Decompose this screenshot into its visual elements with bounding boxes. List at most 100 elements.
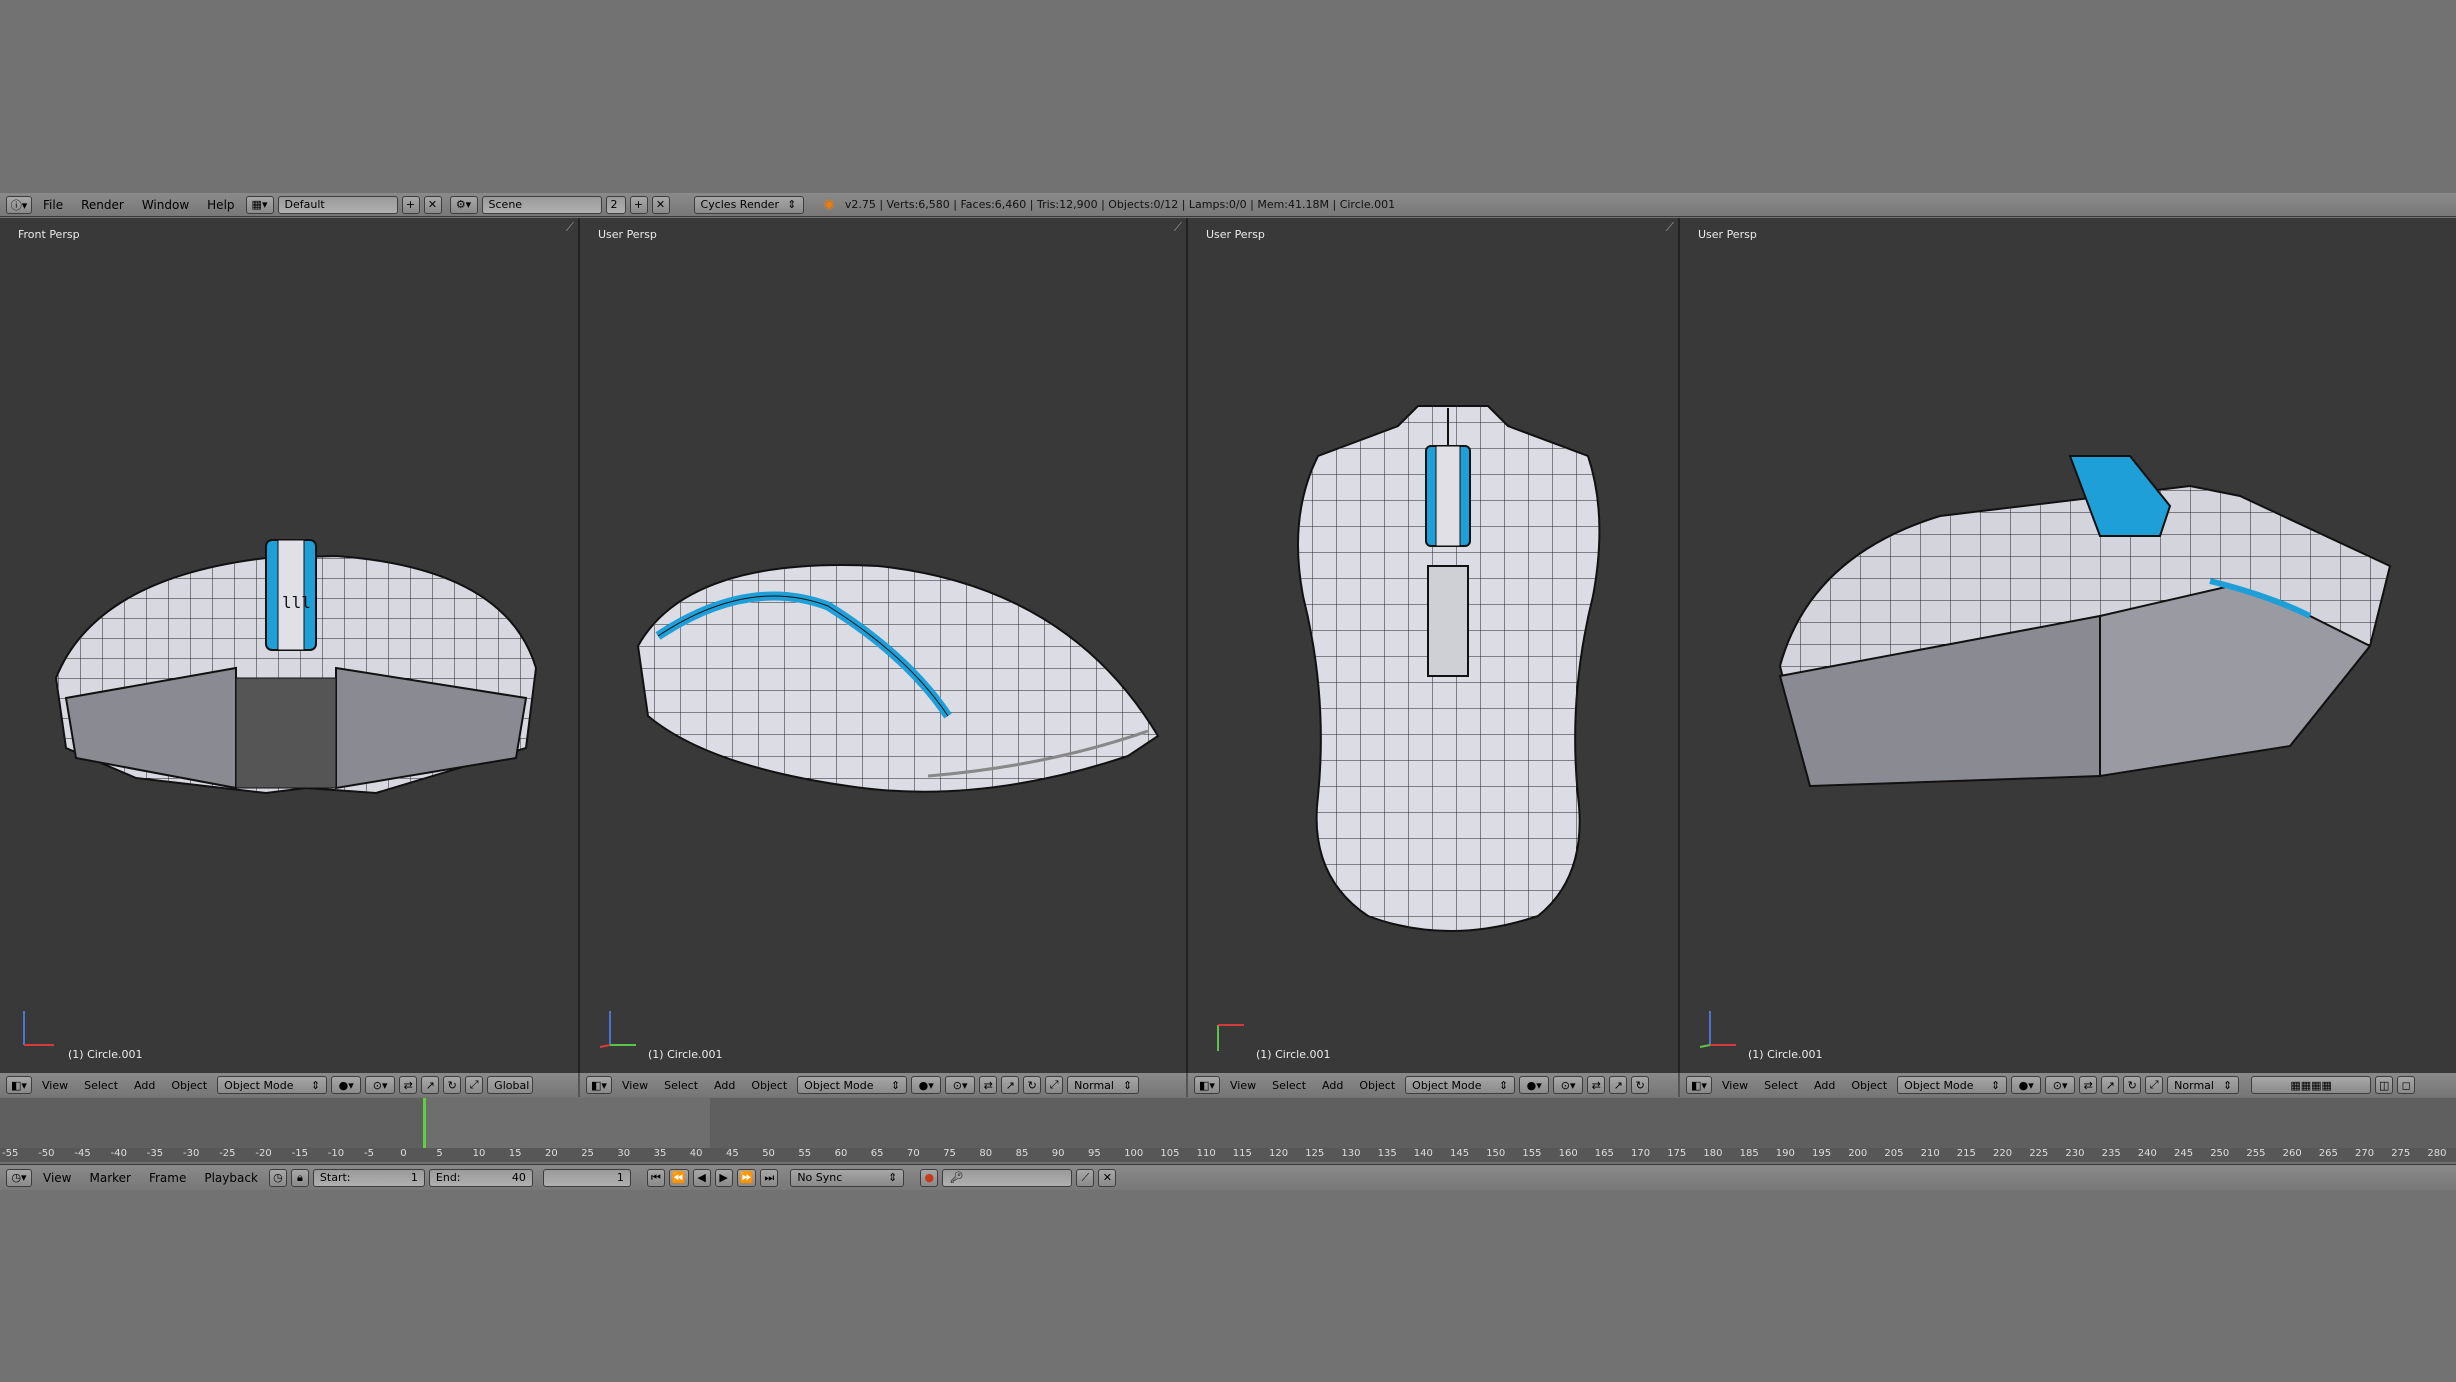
pivot-icon[interactable]: ⊙▾ [2045, 1076, 2076, 1094]
menu-file[interactable]: File [34, 198, 72, 212]
editor-type-icon[interactable]: ◧▾ [6, 1076, 32, 1094]
translate-icon[interactable]: ↗ [2101, 1076, 2120, 1094]
menu-frame[interactable]: Frame [140, 1171, 195, 1185]
menu-playback[interactable]: Playback [195, 1171, 267, 1185]
preview-range-icon[interactable]: ◷ [268, 1168, 287, 1187]
mode-dropdown[interactable]: Object Mode ⇕ [1405, 1076, 1516, 1094]
menu-add[interactable]: Add [1314, 1079, 1351, 1092]
translate-icon[interactable]: ↗ [421, 1076, 440, 1094]
layers-grid-icon[interactable]: ▦▦▦▦ [2251, 1076, 2372, 1094]
record-icon[interactable]: ● [920, 1168, 939, 1187]
menu-add[interactable]: Add [1806, 1079, 1843, 1092]
jump-end-icon[interactable]: ⏭ [760, 1168, 779, 1187]
remove-scene-icon[interactable]: ✕ [651, 195, 670, 214]
screen-layout-field[interactable]: Default [277, 195, 398, 214]
prev-keyframe-icon[interactable]: ⏪ [668, 1168, 689, 1187]
menu-view[interactable]: View [1222, 1079, 1264, 1092]
mouse-model-top[interactable] [1288, 396, 1608, 936]
info-editor-type-button[interactable]: ⓘ▾ [6, 195, 32, 214]
menu-view[interactable]: View [34, 1079, 76, 1092]
viewport-user-rear[interactable]: User Persp (1) Circle.001 [1680, 218, 2456, 1073]
menu-object[interactable]: Object [1351, 1079, 1403, 1092]
mode-dropdown[interactable]: Object Mode ⇕ [217, 1076, 328, 1094]
menu-window[interactable]: Window [133, 198, 198, 212]
menu-render[interactable]: Render [72, 198, 133, 212]
translate-icon[interactable]: ↗ [1001, 1076, 1020, 1094]
editor-type-icon[interactable]: ◧▾ [586, 1076, 612, 1094]
menu-select[interactable]: Select [1264, 1079, 1314, 1092]
menu-view[interactable]: View [34, 1171, 80, 1185]
start-frame-field[interactable]: Start: 1 [312, 1168, 425, 1187]
split-corner-icon[interactable]: ⟋ [1666, 220, 1674, 235]
menu-add[interactable]: Add [126, 1079, 163, 1092]
editor-type-icon[interactable]: ◧▾ [1194, 1076, 1220, 1094]
rotate-icon[interactable]: ↻ [1023, 1076, 1042, 1094]
editor-type-icon[interactable]: ◧▾ [1686, 1076, 1712, 1094]
rotate-icon[interactable]: ↻ [1631, 1076, 1650, 1094]
shading-icon[interactable]: ●▾ [911, 1076, 942, 1094]
orientation-dropdown[interactable]: Normal ⇕ [1067, 1076, 1140, 1094]
shading-icon[interactable]: ●▾ [2011, 1076, 2042, 1094]
manipulator-icon[interactable]: ⇄ [399, 1076, 418, 1094]
mode-dropdown[interactable]: Object Mode ⇕ [1897, 1076, 2008, 1094]
manipulator-icon[interactable]: ⇄ [1587, 1076, 1606, 1094]
pivot-icon[interactable]: ⊙▾ [945, 1076, 976, 1094]
current-frame-field[interactable]: 1 [542, 1168, 631, 1187]
jump-start-icon[interactable]: ⏮ [646, 1168, 665, 1187]
end-frame-field[interactable]: End: 40 [428, 1168, 533, 1187]
menu-help[interactable]: Help [198, 198, 243, 212]
rotate-icon[interactable]: ↻ [443, 1076, 462, 1094]
insert-keyframe-icon[interactable]: ⟋ [1076, 1168, 1095, 1187]
scale-icon[interactable]: ⤢ [1045, 1076, 1064, 1094]
menu-object[interactable]: Object [743, 1079, 795, 1092]
mouse-model-side[interactable] [628, 536, 1168, 806]
keying-set-field[interactable]: 🔑︎ [942, 1168, 1073, 1187]
split-corner-icon[interactable]: ⟋ [1174, 220, 1182, 235]
shading-icon[interactable]: ●▾ [1519, 1076, 1550, 1094]
split-corner-icon[interactable]: ⟋ [566, 220, 574, 235]
menu-select[interactable]: Select [1756, 1079, 1806, 1092]
timeline-playhead[interactable] [423, 1098, 426, 1149]
menu-select[interactable]: Select [656, 1079, 706, 1092]
rotate-icon[interactable]: ↻ [2123, 1076, 2142, 1094]
menu-view[interactable]: View [614, 1079, 656, 1092]
orientation-dropdown[interactable]: Global [487, 1076, 534, 1094]
scene-field[interactable]: Scene [481, 195, 602, 214]
render-preview-icon[interactable]: ◻ [2397, 1076, 2416, 1094]
viewport-user-side[interactable]: User Persp ⟋ (1) Circle.001 [580, 218, 1188, 1073]
manipulator-icon[interactable]: ⇄ [2079, 1076, 2098, 1094]
menu-marker[interactable]: Marker [80, 1171, 139, 1185]
remove-layout-icon[interactable]: ✕ [423, 195, 442, 214]
mode-dropdown[interactable]: Object Mode ⇕ [797, 1076, 908, 1094]
orientation-dropdown[interactable]: Normal ⇕ [2167, 1076, 2240, 1094]
delete-keyframe-icon[interactable]: ✕ [1098, 1168, 1117, 1187]
add-scene-icon[interactable]: + [629, 195, 648, 214]
mouse-model-rear[interactable] [1770, 446, 2400, 806]
timeline-area[interactable] [0, 1098, 2456, 1149]
scale-icon[interactable]: ⤢ [465, 1076, 484, 1094]
viewport-user-top[interactable]: User Persp ⟋ (1) Circle.001 [1188, 218, 1680, 1073]
mouse-model-front[interactable]: lll [36, 518, 556, 808]
menu-add[interactable]: Add [706, 1079, 743, 1092]
next-keyframe-icon[interactable]: ⏩ [736, 1168, 757, 1187]
scale-icon[interactable]: ⤢ [2145, 1076, 2164, 1094]
scene-icon[interactable]: ⚙▾ [449, 195, 478, 214]
menu-object[interactable]: Object [1843, 1079, 1895, 1092]
layout-grid-icon[interactable]: ▦▾ [245, 195, 274, 214]
add-layout-icon[interactable]: + [401, 195, 420, 214]
translate-icon[interactable]: ↗ [1609, 1076, 1628, 1094]
pivot-icon[interactable]: ⊙▾ [1553, 1076, 1584, 1094]
play-icon[interactable]: ▶ [714, 1168, 733, 1187]
play-reverse-icon[interactable]: ◀ [692, 1168, 711, 1187]
shading-icon[interactable]: ●▾ [331, 1076, 362, 1094]
menu-view[interactable]: View [1714, 1079, 1756, 1092]
pivot-icon[interactable]: ⊙▾ [365, 1076, 396, 1094]
menu-select[interactable]: Select [76, 1079, 126, 1092]
viewport-front[interactable]: Front Persp ⟋ lll (1) Circle.001 [0, 218, 580, 1073]
manipulator-icon[interactable]: ⇄ [979, 1076, 998, 1094]
render-engine-dropdown[interactable]: Cycles Render ⇕ [693, 195, 804, 214]
timeline-editor-type-icon[interactable]: ◷▾ [6, 1168, 32, 1187]
lock-range-icon[interactable]: 🔒︎ [290, 1168, 309, 1187]
lock-camera-icon[interactable]: ◫ [2375, 1076, 2394, 1094]
sync-dropdown[interactable]: No Sync ⇕ [790, 1168, 905, 1187]
